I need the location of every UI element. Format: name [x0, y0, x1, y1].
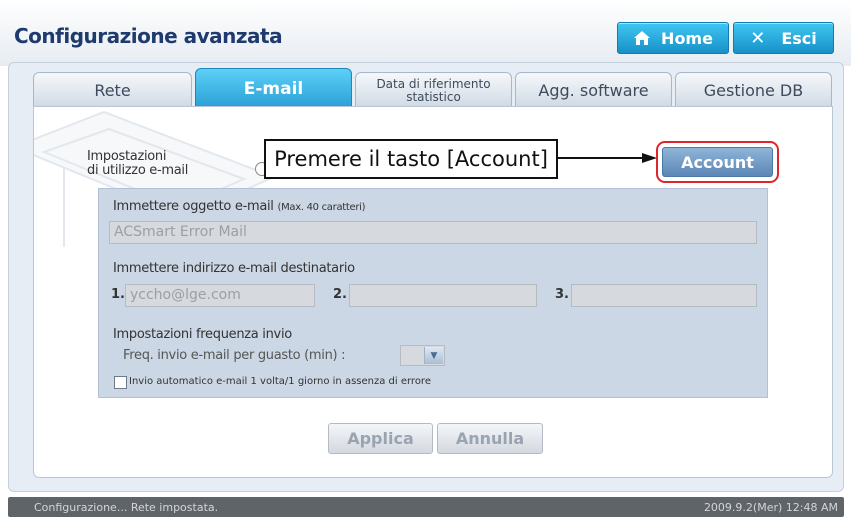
chevron-down-icon[interactable]: ▼: [424, 347, 443, 364]
cancel-button[interactable]: Annulla: [437, 423, 543, 454]
tab-label: Gestione DB: [703, 81, 804, 100]
exit-button[interactable]: ✕ Esci: [733, 22, 834, 54]
header-bar: Configurazione avanzata Home ✕ Esci: [0, 0, 851, 66]
subject-label-text: Immettere oggetto e-mail: [113, 199, 274, 214]
tab-gestione-db[interactable]: Gestione DB: [675, 72, 832, 108]
subject-label: Immettere oggetto e-mail (Max. 40 caratt…: [113, 199, 366, 214]
tab-label: E-mail: [243, 78, 304, 99]
tab-data-riferimento[interactable]: Data di riferimento statistico: [355, 72, 512, 108]
apply-button-label: Applica: [347, 429, 414, 448]
tab-agg-software[interactable]: Agg. software: [515, 72, 672, 108]
account-button[interactable]: Account: [662, 147, 773, 177]
recipient-3-input[interactable]: [571, 284, 757, 307]
frequency-label: Impostazioni frequenza invio: [113, 327, 292, 342]
settings-label-line1: Impostazioni: [87, 149, 167, 164]
apply-button[interactable]: Applica: [328, 423, 433, 454]
instruction-callout: Premere il tasto [Account]: [264, 139, 558, 179]
recipient-1-input[interactable]: yccho@lge.com: [125, 284, 315, 307]
page-title: Configurazione avanzata: [14, 24, 283, 48]
recipient-label: Immettere indirizzo e-mail destinatario: [113, 261, 355, 276]
subject-hint: (Max. 40 caratteri): [277, 202, 366, 213]
subject-input[interactable]: ACSmart Error Mail: [109, 221, 757, 244]
recipient-1-number: 1.: [111, 287, 125, 302]
failure-frequency-label: Freq. invio e-mail per guasto (min) :: [123, 348, 346, 363]
callout-arrow-icon: [558, 153, 657, 163]
settings-label-line2: di utilizzo e-mail: [87, 163, 189, 178]
status-message: Configurazione... Rete impostata.: [34, 501, 219, 514]
home-button[interactable]: Home: [617, 22, 729, 54]
recipient-2-input[interactable]: [349, 284, 537, 307]
recipient-3-number: 3.: [555, 287, 569, 302]
tab-email[interactable]: E-mail: [195, 68, 352, 108]
email-usage-settings-label: Impostazioni di utilizzo e-mail: [87, 150, 188, 178]
auto-send-checkbox[interactable]: [114, 376, 127, 389]
tab-rete[interactable]: Rete: [33, 72, 192, 108]
account-highlight: Account: [656, 141, 779, 183]
cancel-button-label: Annulla: [455, 429, 525, 448]
status-bar: Configurazione... Rete impostata. 2009.9…: [8, 497, 844, 517]
close-icon: ✕: [750, 27, 766, 49]
tab-label: Agg. software: [538, 81, 649, 100]
email-form: Immettere oggetto e-mail (Max. 40 caratt…: [98, 188, 768, 398]
failure-frequency-select[interactable]: ▼: [400, 345, 445, 366]
status-datetime: 2009.9.2(Mer) 12:48 AM: [703, 501, 838, 514]
tab-label: Data di riferimento statistico: [376, 76, 491, 104]
account-button-label: Account: [681, 152, 754, 172]
auto-send-label: Invio automatico e-mail 1 volta/1 giorno…: [129, 376, 431, 387]
exit-button-label: Esci: [781, 28, 817, 48]
home-icon: [634, 31, 651, 45]
tab-label: Rete: [94, 81, 131, 100]
home-button-label: Home: [661, 28, 713, 48]
recipient-2-number: 2.: [333, 287, 347, 302]
